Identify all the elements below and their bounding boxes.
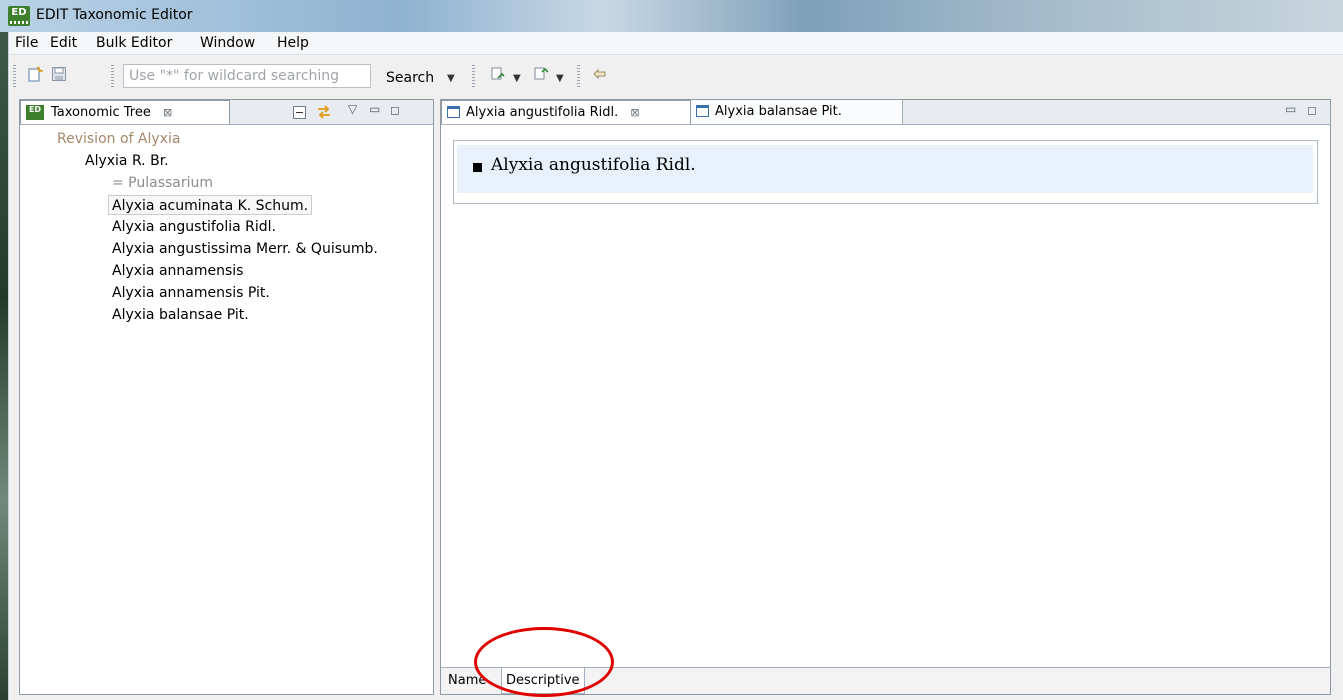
toolbar-grip[interactable] — [13, 65, 16, 87]
minimize-icon[interactable]: ▭ — [369, 102, 380, 116]
menu-file[interactable]: File — [12, 34, 41, 52]
tab-taxonomic-tree[interactable]: ED Taxonomic Tree ⊠ — [20, 100, 230, 124]
title-bar: ED EDIT Taxonomic Editor — [0, 0, 1343, 32]
search-input[interactable]: Use "*" for wildcard searching — [123, 64, 371, 88]
tree-panel-header: ED Taxonomic Tree ⊠ ▽ ▭ ◻ — [20, 100, 433, 125]
taxonomic-tree-icon: ED — [26, 105, 44, 120]
open-child-icon[interactable] — [533, 66, 549, 82]
view-menu-icon[interactable]: ▽ — [348, 102, 357, 116]
collapse-all-icon[interactable] — [293, 106, 306, 119]
close-icon[interactable]: ⊠ — [630, 106, 639, 119]
taxon-editor-panel: Alyxia angustifolia Ridl. ⊠ Alyxia balan… — [440, 99, 1331, 695]
tab-label: Alyxia balansae Pit. — [715, 104, 842, 119]
tree-node-synonym[interactable]: = Pulassarium — [112, 173, 213, 193]
dropdown-arrow-icon[interactable]: ▼ — [513, 73, 521, 84]
tree-node[interactable]: Alyxia annamensis — [112, 261, 243, 281]
tree-node[interactable]: Alyxia angustifolia Ridl. — [112, 217, 276, 237]
menu-edit[interactable]: Edit — [47, 34, 80, 52]
menu-window[interactable]: Window — [197, 34, 258, 52]
editor-tab-icon — [447, 106, 460, 118]
tab-editor-active[interactable]: Alyxia angustifolia Ridl. ⊠ — [441, 100, 691, 124]
accepted-name-row[interactable]: Alyxia angustifolia Ridl. — [457, 145, 1313, 193]
tab-label: Alyxia angustifolia Ridl. — [466, 105, 619, 120]
accepted-name-icon — [473, 163, 482, 172]
menu-help[interactable]: Help — [274, 34, 312, 52]
link-with-editor-icon[interactable] — [316, 104, 332, 120]
app-icon-text: ED — [11, 7, 27, 18]
toolbar-grip[interactable] — [472, 65, 475, 87]
close-icon[interactable]: ⊠ — [163, 106, 172, 119]
toolbar-grip[interactable] — [577, 65, 580, 87]
accepted-name-text[interactable]: Alyxia angustifolia Ridl. — [491, 155, 696, 175]
minimize-icon[interactable]: ▭ — [1285, 102, 1296, 116]
tree-node-selected[interactable]: Alyxia acuminata K. Schum. — [108, 195, 313, 215]
search-dropdown-arrow-icon[interactable]: ▼ — [447, 73, 455, 84]
window-title: EDIT Taxonomic Editor — [36, 7, 193, 23]
editor-panel-header: Alyxia angustifolia Ridl. ⊠ Alyxia balan… — [441, 100, 1330, 125]
highlight-circle-annotation — [474, 627, 614, 697]
toolbar: Use "*" for wildcard searching Search ▼ … — [9, 55, 1343, 93]
tree-node[interactable]: Alyxia balansae Pit. — [112, 305, 249, 325]
accepted-name-container: Alyxia angustifolia Ridl. — [453, 140, 1318, 204]
menu-bar: File Edit Bulk Editor Window Help — [9, 32, 1343, 55]
tree-node-genus[interactable]: Alyxia R. Br. — [85, 151, 169, 171]
tab-label: Taxonomic Tree — [51, 105, 151, 120]
maximize-icon[interactable]: ◻ — [390, 103, 400, 117]
save-icon[interactable] — [51, 66, 67, 82]
menu-bulk-editor[interactable]: Bulk Editor — [93, 34, 175, 52]
open-parent-icon[interactable] — [490, 66, 506, 82]
app-icon: ED — [8, 6, 30, 26]
tab-editor-inactive[interactable]: Alyxia balansae Pit. — [691, 100, 903, 124]
new-icon[interactable] — [27, 66, 43, 82]
application-window: File Edit Bulk Editor Window Help Use "*… — [8, 32, 1343, 700]
search-button[interactable]: Search — [386, 70, 434, 86]
desktop-background — [0, 32, 8, 700]
tree-node[interactable]: Alyxia annamensis Pit. — [112, 283, 270, 303]
tree-node[interactable]: Alyxia angustissima Merr. & Quisumb. — [112, 239, 378, 259]
link-icon[interactable] — [591, 66, 607, 82]
toolbar-grip[interactable] — [111, 65, 114, 87]
tree-node-root[interactable]: Revision of Alyxia — [57, 129, 180, 149]
dropdown-arrow-icon[interactable]: ▼ — [556, 73, 564, 84]
editor-tab-icon — [696, 105, 709, 117]
taxonomic-tree-panel: ED Taxonomic Tree ⊠ ▽ ▭ ◻ Revision of Al… — [19, 99, 434, 695]
maximize-icon[interactable]: ◻ — [1307, 103, 1317, 117]
